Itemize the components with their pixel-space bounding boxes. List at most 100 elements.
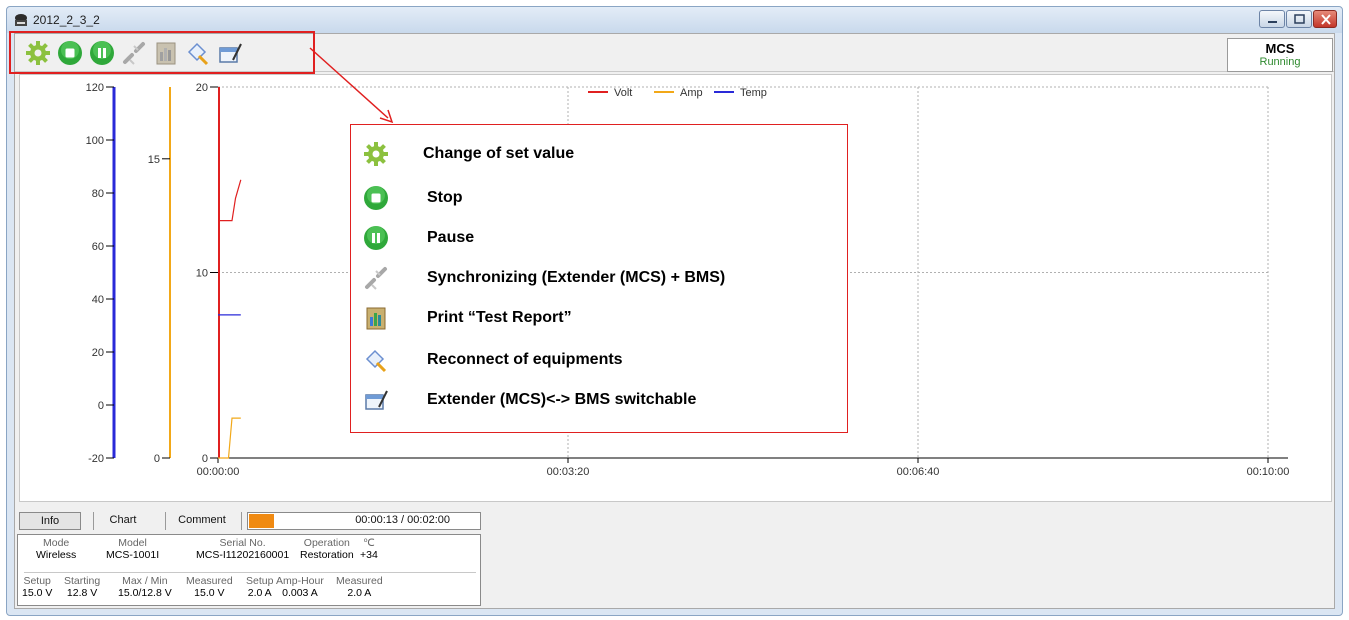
close-button[interactable] xyxy=(1313,10,1337,28)
info-cell-value: Restoration xyxy=(300,549,354,561)
info-cell-value: Wireless xyxy=(36,549,77,561)
legend-row: Print “Test Report” xyxy=(351,303,847,333)
minimize-icon xyxy=(1268,21,1277,23)
info-panel: Mode Wireless Model MCS-1001I Serial No. MCS-… xyxy=(17,534,481,606)
info-cell-heading: Measured xyxy=(186,575,233,587)
maximize-icon xyxy=(1294,14,1305,24)
legend-row: Extender (MCS)<-> BMS switchable xyxy=(351,385,847,415)
amp-axis-label: 15 xyxy=(148,154,160,166)
info-cell-value: 0.003 A xyxy=(282,587,318,599)
info-cell-value: 12.8 V xyxy=(66,587,98,599)
status-box: MCS Running xyxy=(1227,38,1333,72)
info-cell: Measured 15.0 V xyxy=(186,575,233,599)
info-cell: Starting 12.8 V xyxy=(64,575,100,599)
info-cell-heading: Setup xyxy=(246,575,274,587)
info-cell: Setup 2.0 A xyxy=(246,575,273,599)
app-icon xyxy=(15,14,27,26)
info-cell: Serial No. MCS-I11202160001 xyxy=(196,537,289,561)
info-cell-value: 15.0 V xyxy=(194,587,225,599)
legend-label-volt: Volt xyxy=(614,87,632,99)
info-cell-heading: Operation xyxy=(303,537,350,549)
pause-icon xyxy=(364,226,388,250)
legend-row: Reconnect of equipments xyxy=(351,345,847,375)
bottom-panel: Info Chart Comment 00:00:13 / 00:02:00 M… xyxy=(15,504,1334,610)
legend-label: Stop xyxy=(427,189,463,206)
temp-axis-label: -20 xyxy=(88,453,104,465)
volt-axis-label: 20 xyxy=(196,82,208,94)
sync-icon xyxy=(365,267,387,290)
info-cell-heading: Setup xyxy=(23,575,51,587)
x-tick-label: 00:00:00 xyxy=(197,466,240,478)
info-cell-heading: ℃ xyxy=(363,537,375,549)
info-cell-value: 2.0 A xyxy=(347,587,372,599)
tab-comment[interactable]: Comment xyxy=(167,512,237,530)
stop-icon xyxy=(364,186,388,210)
legend-row: Stop xyxy=(351,183,847,213)
legend-label: Change of set value xyxy=(423,145,575,162)
info-cell-heading: Serial No. xyxy=(219,537,266,549)
info-cell-heading: Measured xyxy=(336,575,383,587)
tab-divider xyxy=(93,512,94,530)
progress-bar: 00:00:13 / 00:02:00 xyxy=(247,512,481,530)
info-cell-value: MCS-I11202160001 xyxy=(196,549,290,561)
gear-icon xyxy=(364,142,388,166)
tab-divider xyxy=(165,512,166,530)
info-cell-heading: Model xyxy=(118,537,147,549)
legend-label-amp: Amp xyxy=(680,87,703,99)
x-tick-label: 00:06:40 xyxy=(897,466,940,478)
temp-axis-label: 60 xyxy=(92,241,104,253)
reconnect-icon xyxy=(365,349,387,373)
x-tick-label: 00:10:00 xyxy=(1247,466,1290,478)
info-cell: Max / Min 15.0/12.8 V xyxy=(118,575,172,599)
status-title: MCS xyxy=(1265,41,1295,56)
switch-icon xyxy=(365,390,388,410)
progress-text: 00:00:13 / 00:02:00 xyxy=(355,514,450,526)
title-bar[interactable]: 2012_2_3_2 xyxy=(7,7,1342,33)
status-value: Running xyxy=(1259,56,1301,68)
legend-label: Reconnect of equipments xyxy=(427,351,623,368)
temp-axis-label: 80 xyxy=(92,188,104,200)
tab-divider xyxy=(241,512,242,530)
info-cell-heading: Max / Min xyxy=(122,575,168,587)
info-cell: Operation Restoration xyxy=(300,537,354,561)
temp-axis-label: 40 xyxy=(92,294,104,306)
info-divider xyxy=(24,572,476,573)
info-cell: Amp-Hour 0.003 A xyxy=(276,575,324,599)
print-icon xyxy=(366,307,386,330)
legend-label: Synchronizing (Extender (MCS) + BMS) xyxy=(427,269,726,286)
temp-axis-label: 20 xyxy=(92,347,104,359)
series-volt-line xyxy=(218,179,242,222)
legend-row: Pause xyxy=(351,223,847,253)
temp-axis-label: 120 xyxy=(86,82,104,94)
minimize-button[interactable] xyxy=(1259,10,1285,28)
info-cell: ℃ +34 xyxy=(360,537,378,561)
info-cell-value: 2.0 A xyxy=(247,587,272,599)
legend-label-temp: Temp xyxy=(740,87,767,99)
amp-axis-label: 0 xyxy=(154,453,160,465)
info-cell: Setup 15.0 V xyxy=(22,575,52,599)
volt-axis-label: 0 xyxy=(202,453,208,465)
close-icon xyxy=(1321,14,1331,25)
legend-row: Synchronizing (Extender (MCS) + BMS) xyxy=(351,263,847,293)
info-cell-heading: Amp-Hour xyxy=(276,575,324,587)
info-cell-value: 15.0 V xyxy=(22,587,53,599)
info-cell-heading: Starting xyxy=(64,575,101,587)
tab-chart[interactable]: Chart xyxy=(95,512,151,530)
volt-axis-label: 10 xyxy=(196,268,208,280)
info-cell: Measured 2.0 A xyxy=(336,575,383,599)
info-cell-heading: Mode xyxy=(43,537,70,549)
info-cell-value: MCS-1001I xyxy=(106,549,160,561)
temp-axis-label: 100 xyxy=(86,135,104,147)
legend-row: Change of set value xyxy=(351,139,847,169)
window-title: 2012_2_3_2 xyxy=(33,13,100,27)
info-cell-value: +34 xyxy=(360,549,378,561)
temp-axis-label: 0 xyxy=(98,400,104,412)
maximize-button[interactable] xyxy=(1286,10,1312,28)
toolbar-highlight-box xyxy=(9,31,315,74)
tab-info[interactable]: Info xyxy=(19,512,81,530)
toolbar-legend-box: Change of set value Stop Pause Synchroni… xyxy=(350,124,848,433)
series-amp-line xyxy=(218,417,241,459)
x-tick-label: 00:03:20 xyxy=(547,466,590,478)
legend-label: Print “Test Report” xyxy=(427,309,572,326)
legend-label: Extender (MCS)<-> BMS switchable xyxy=(427,391,697,408)
